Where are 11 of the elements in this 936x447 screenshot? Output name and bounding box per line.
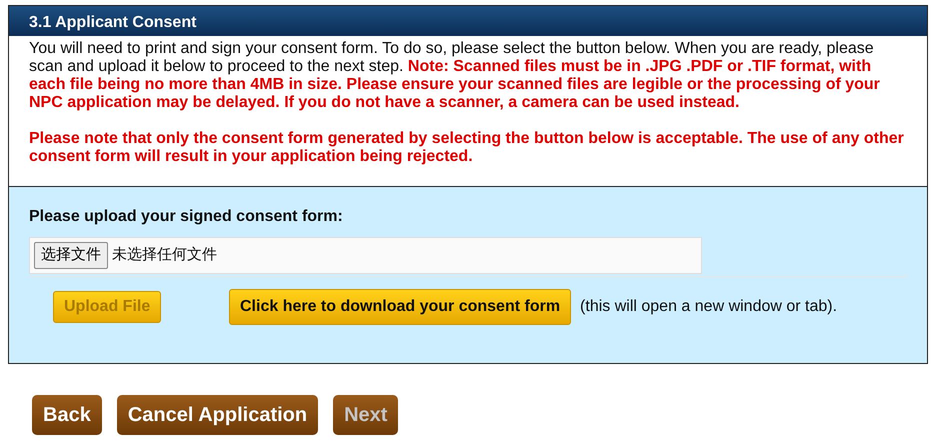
footer-button[interactable]: Back bbox=[32, 395, 102, 435]
warning-text: Please note that only the consent form generated by selecting the button below is acceptable. The use of any other consent form will result in your application being rejected. bbox=[29, 130, 905, 166]
section-title: 3.1 Applicant Consent bbox=[9, 6, 927, 36]
file-input[interactable]: 选择文件 未选择任何文件 bbox=[29, 237, 702, 274]
choose-file-button[interactable]: 选择文件 bbox=[34, 242, 108, 268]
file-status: 未选择任何文件 bbox=[112, 245, 217, 265]
download-consent-button[interactable]: Click here to download your consent form bbox=[229, 288, 572, 324]
instructions-text: You will need to print and sign your consent form. To do so, please select the button below. When you are ready, please scan and upload it below to proceed to the next step. Note: Scanned files must be in .JPG .PDF or .TIF format, with each file being no more than 4MB in size. Please ensure your scanned files are legible or the processing of your NPC application may be delayed. If you do not have a scanner, a camera can be used instead. bbox=[29, 40, 881, 112]
download-note: (this will open a new window or tab). bbox=[580, 296, 838, 316]
upload-label: Please upload your signed consent form: bbox=[29, 207, 344, 227]
footer-button[interactable]: Cancel Application bbox=[116, 395, 318, 435]
